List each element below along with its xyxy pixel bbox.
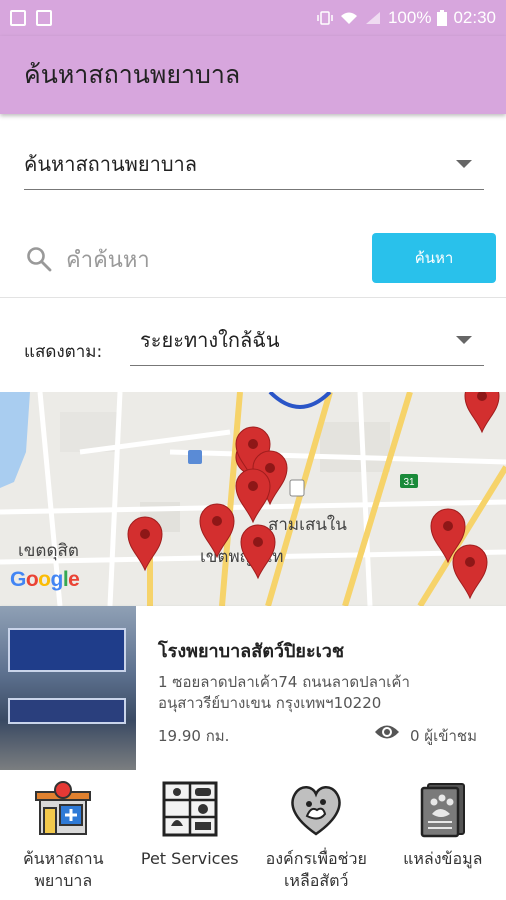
address-line: 1 ซอยลาดปลาเค้า74 ถนนลาดปลาเค้า [158,673,410,691]
map-marker-dot [248,439,258,449]
view-count: 0 ผู้เข้าชม [410,727,477,745]
nav-label-line: องค์กรเพื่อช่วย [265,849,367,868]
battery-percent: 100% [387,8,432,27]
search-input[interactable] [66,240,356,280]
nav-label-line: เหลือสัตว์ [283,871,349,890]
map-label-area: สามเสนใน [268,514,347,535]
clinic-address: 1 ซอยลาดปลาเค้า74 ถนนลาดปลาเค้า อนุสาวรี… [158,672,488,714]
nav-label: Pet Services [141,848,239,870]
sort-label: แสดงตาม: [24,342,103,362]
map-marker-dot [140,529,150,539]
nav-item-hospital-search[interactable]: ค้นหาสถาน พยาบาล [0,770,127,900]
image-notification-icon [36,10,52,26]
hospital-icon [35,781,92,835]
photo-sign [8,698,126,724]
map-marker-dot [465,557,475,567]
nav-label: ค้นหาสถาน พยาบาล [23,848,104,892]
address-line: อนุสาวรีย์บางเขน กรุงเทพฯ10220 [158,694,382,712]
photo-sign [8,628,126,672]
nav-label-line: ค้นหาสถาน [22,849,104,868]
app-bar: ค้นหาสถานพยาบาล [0,36,506,114]
pet-services-icon [162,781,218,837]
clock: 02:30 [453,8,496,27]
wifi-icon [340,12,357,24]
category-dropdown-value: ค้นหาสถานพยาบาล [24,151,197,176]
result-card[interactable]: โรงพยาบาลสัตว์ปิยะเวช 1 ซอยลาดปลาเค้า74 … [0,606,506,770]
status-bar: 100% 02:30 [0,0,506,36]
nav-label-line: พยาบาล [34,871,93,890]
nav-label: องค์กรเพื่อช่วย เหลือสัตว์ [266,848,367,892]
page-title: ค้นหาสถานพยาบาล [24,60,241,89]
clinic-name: โรงพยาบาลสัตว์ปิยะเวช [158,641,345,662]
nav-item-pet-services[interactable]: Pet Services [127,770,254,900]
map-marker-dot [265,463,275,473]
category-dropdown[interactable]: ค้นหาสถานพยาบาล [24,138,484,190]
nav-label-line: Pet Services [140,849,239,868]
nav-label-line: แหล่งข้อมูล [403,849,483,868]
map-marker-dot [253,537,263,547]
signal-icon [365,12,380,24]
map-marker-dot [212,516,222,526]
bottom-nav: ค้นหาสถาน พยาบาล Pet Services องค์กรเพื่… [0,770,506,900]
clinic-photo [0,606,136,770]
google-logo: Google [10,568,80,591]
map-marker-dot [248,481,258,491]
sort-dropdown-value: ระยะทางใกล้ฉัน [140,327,280,352]
nav-label: แหล่งข้อมูล [403,848,482,870]
search-button[interactable]: ค้นหา [372,233,496,283]
map-marker-dot [443,521,453,531]
heart-paw-icon [291,786,341,836]
nav-item-information[interactable]: แหล่งข้อมูล [380,770,506,900]
nav-item-rescue-org[interactable]: องค์กรเพื่อช่วย เหลือสัตว์ [253,770,380,900]
search-icon [27,247,52,272]
vibrate-icon [317,11,333,25]
chevron-down-icon [456,335,472,344]
sort-dropdown[interactable]: ระยะทางใกล้ฉัน [130,314,484,366]
map-label-district: เขตดุสิต [18,541,79,561]
notification-icon [10,10,26,26]
chevron-down-icon [456,159,472,168]
eye-icon [375,725,399,739]
road-badge: 31 [403,477,415,488]
battery-icon [437,10,448,26]
distance-text: 19.90 กม. [158,727,230,745]
paw-document-icon [420,783,465,838]
